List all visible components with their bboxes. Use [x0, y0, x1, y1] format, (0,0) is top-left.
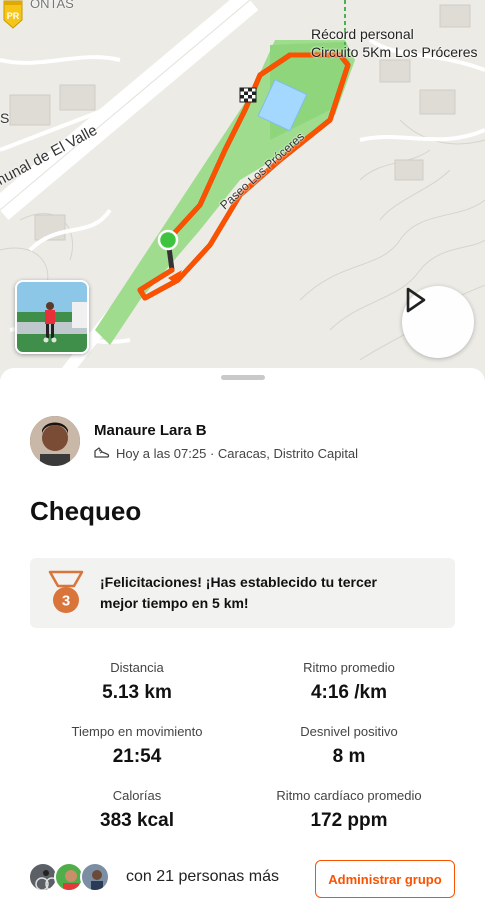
play-icon [406, 287, 426, 313]
stat-value: 172 ppm [310, 810, 388, 831]
stat-value: 383 kcal [100, 810, 174, 831]
stat-label: Desnivel positivo [300, 724, 398, 739]
group-avatars[interactable] [28, 862, 110, 892]
pr-line-2: Circuito 5Km Los Próceres [311, 44, 478, 60]
map-label-top: ONTAS [30, 0, 74, 11]
stat-value: 8 m [332, 746, 366, 767]
pr-line-1: Récord personal [311, 26, 414, 42]
group-text: con 21 personas más [126, 868, 279, 885]
stat-value: 21:54 [112, 746, 162, 767]
achievement-line-1: ¡Felicitaciones! ¡Has establecido tu ter… [100, 574, 377, 590]
stat-heart-rate: Ritmo cardíaco promedio 172 ppm [244, 788, 454, 832]
photo-image [17, 282, 87, 352]
activity-meta: Hoy a las 07:25 · Caracas, Distrito Capi… [94, 446, 358, 461]
stat-value: 4:16 /km [310, 682, 388, 703]
stat-label: Distancia [110, 660, 164, 675]
activity-title: Chequeo [30, 496, 142, 526]
activity-photo-thumbnail[interactable] [15, 280, 89, 354]
medal-icon: 3 [48, 570, 84, 613]
stat-moving-time: Tiempo en movimiento 21:54 [32, 724, 242, 768]
pr-badge-text: PR [7, 11, 20, 21]
avatar-image [91, 870, 103, 890]
stat-label: Ritmo promedio [303, 660, 395, 675]
stat-label: Tiempo en movimiento [71, 724, 203, 739]
activity-sheet: Manaure Lara B Hoy a las 07:25 · Caracas… [0, 368, 485, 901]
stat-elevation: Desnivel positivo 8 m [244, 724, 454, 768]
medal-rank: 3 [62, 593, 70, 610]
shoe-icon [94, 447, 110, 458]
personal-record-icon: PR [3, 0, 23, 29]
manage-group-button[interactable]: Administrar grupo [315, 860, 455, 898]
group-activity[interactable]: con 21 personas más [28, 862, 279, 892]
achievement-banner[interactable]: 3 ¡Felicitaciones! ¡Has establecido tu t… [30, 558, 455, 628]
avatar [80, 862, 110, 892]
activity-meta-text: Hoy a las 07:25 · Caracas, Distrito Capi… [116, 445, 359, 461]
achievement-line-2: mejor tiempo en 5 km! [100, 595, 249, 611]
personal-record-label: Récord personal Circuito 5Km Los Prócere… [311, 25, 478, 61]
achievement-text: ¡Felicitaciones! ¡Has establecido tu ter… [100, 572, 377, 614]
stat-calories: Calorías 383 kcal [32, 788, 242, 832]
avatar[interactable] [30, 416, 80, 466]
avatar-image [30, 416, 80, 466]
play-flyover-button[interactable] [402, 286, 474, 358]
athlete-header[interactable]: Manaure Lara B Hoy a las 07:25 · Caracas… [30, 416, 358, 466]
map-label-s: S [0, 110, 10, 126]
stat-value: 5.13 km [102, 682, 172, 703]
athlete-name[interactable]: Manaure Lara B [94, 422, 358, 439]
stat-pace: Ritmo promedio 4:16 /km [244, 660, 454, 704]
stat-label: Ritmo cardíaco promedio [276, 788, 422, 803]
route-map[interactable]: ONTAS S munal de El Valle Paseo Los Próc… [0, 0, 485, 380]
stat-distance: Distancia 5.13 km [32, 660, 242, 704]
stat-label: Calorías [112, 788, 162, 803]
sheet-drag-handle[interactable] [221, 375, 265, 380]
